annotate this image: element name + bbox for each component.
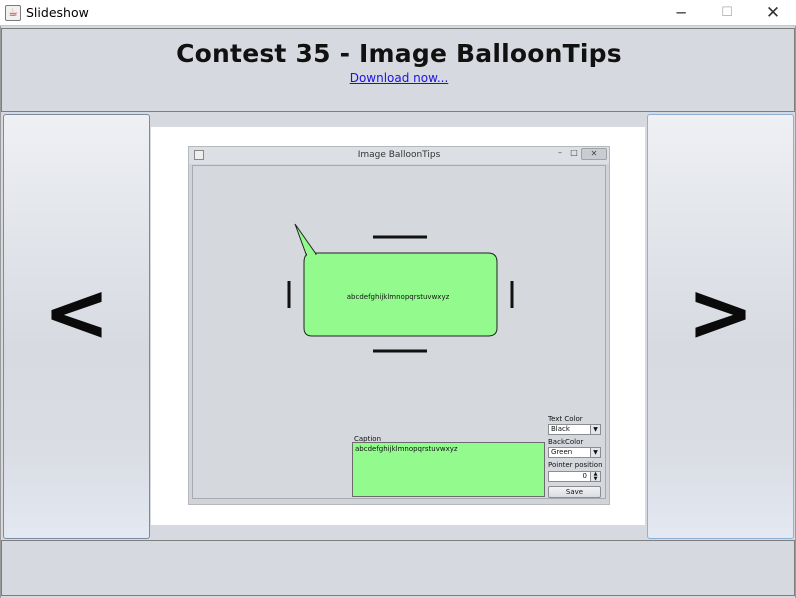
text-color-select[interactable]: Black ▼ — [548, 424, 601, 435]
screenshot-panel: abcdefghijklmnopqrstuvwxyz Caption abcde… — [192, 165, 606, 499]
slide-footer — [1, 540, 795, 596]
page-title: Contest 35 - Image BalloonTips — [176, 39, 622, 68]
window-titlebar: ☕ Slideshow ─ ☐ ✕ — [0, 0, 796, 26]
screenshot-close-icon: ✕ — [581, 148, 607, 160]
minimize-button[interactable]: ─ — [658, 0, 704, 26]
download-link[interactable]: Download now... — [2, 71, 796, 85]
balloon-pointer — [294, 223, 317, 255]
spinner-arrows-icon: ▲ ▼ — [590, 472, 600, 481]
back-color-label: BackColor — [548, 438, 584, 446]
close-button[interactable]: ✕ — [750, 0, 796, 26]
pointer-position-label: Pointer position — [548, 461, 603, 469]
save-button[interactable]: Save — [548, 486, 601, 498]
screenshot-minimize-icon: – — [558, 148, 562, 157]
next-arrow-label: > — [686, 266, 755, 359]
back-color-value: Green — [551, 448, 573, 456]
window-title: Slideshow — [26, 5, 89, 20]
slide-screenshot: Image BalloonTips – □ ✕ abcdefghijklmnop… — [188, 146, 610, 505]
screenshot-maximize-icon: □ — [570, 148, 578, 157]
chevron-down-icon: ▼ — [590, 448, 600, 457]
next-slide-button[interactable]: > — [647, 114, 794, 539]
balloon-text: abcdefghijklmnopqrstuvwxyz — [346, 293, 450, 301]
previous-arrow-label: < — [42, 266, 111, 359]
maximize-button[interactable]: ☐ — [704, 0, 750, 26]
caption-textarea[interactable]: abcdefghijklmnopqrstuvwxyz — [352, 442, 545, 497]
pointer-position-value: 0 — [582, 472, 587, 480]
back-color-select[interactable]: Green ▼ — [548, 447, 601, 458]
screenshot-titlebar: Image BalloonTips – □ ✕ — [189, 147, 609, 164]
text-color-value: Black — [551, 425, 570, 433]
text-color-label: Text Color — [548, 415, 583, 423]
slide-header: Contest 35 - Image BalloonTips Download … — [1, 28, 795, 112]
chevron-down-icon: ▼ — [590, 425, 600, 434]
java-cup-icon: ☕ — [5, 5, 21, 21]
pointer-position-spinner[interactable]: 0 ▲ ▼ — [548, 471, 601, 482]
screenshot-window-title: Image BalloonTips — [357, 150, 441, 160]
previous-slide-button[interactable]: < — [3, 114, 150, 539]
